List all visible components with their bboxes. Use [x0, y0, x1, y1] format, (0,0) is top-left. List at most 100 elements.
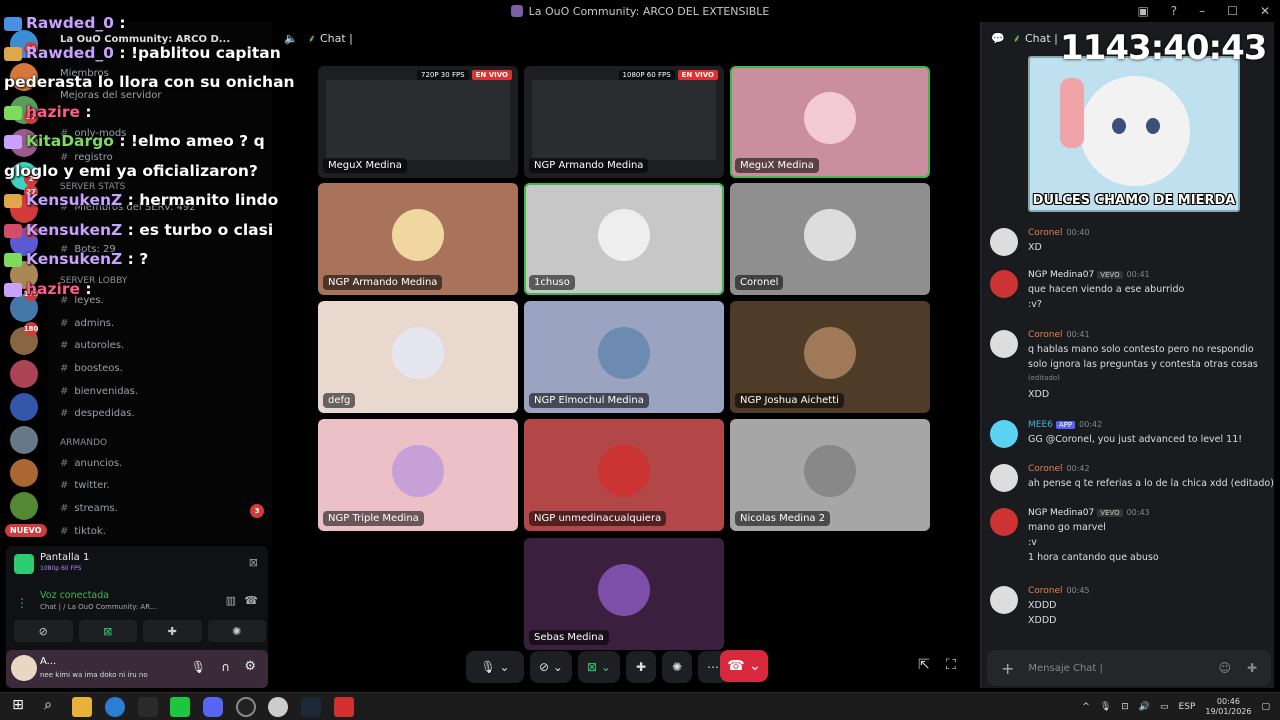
chat-input[interactable]: + Mensaje Chat | ☺ ✚ [987, 650, 1271, 686]
participant-tile[interactable]: NGP Joshua Aichetti [730, 301, 930, 413]
message-text: XDDD [1028, 600, 1057, 611]
file-explorer-icon[interactable] [72, 697, 92, 717]
window-controls: ▣ ? – ☐ ✕ [1137, 0, 1270, 22]
avatar[interactable] [990, 508, 1018, 536]
camera-button[interactable]: ⊘ ⌄ [530, 651, 572, 683]
message-time: 00:42 [1079, 420, 1103, 429]
avatar[interactable] [990, 228, 1018, 256]
activities-icon[interactable]: ✚ [626, 651, 656, 683]
participant-tile[interactable]: NGP unmedinacualquiera [524, 419, 724, 531]
activities-button[interactable]: ✚ [143, 620, 202, 642]
app-red-icon[interactable] [334, 697, 354, 717]
minimize-button[interactable]: – [1199, 4, 1205, 18]
volume-icon[interactable]: 🔊 [1139, 702, 1150, 712]
clock[interactable]: 00:46 19/01/2026 [1205, 697, 1251, 717]
microphone-button[interactable]: 🎙 ⌄ [466, 651, 524, 683]
discord-icon[interactable] [203, 697, 223, 717]
chevron-up-icon[interactable]: ^ [1082, 702, 1090, 712]
voice-channel-link[interactable]: Chat | / La OuO Community: AR... [40, 603, 157, 611]
kick-icon[interactable] [170, 697, 190, 717]
screen-share-button[interactable]: ⊠ ⌄ [578, 651, 620, 683]
avatar[interactable] [990, 270, 1018, 298]
participant-tile[interactable]: defg [318, 301, 518, 413]
signal-icon[interactable]: ⋮ [16, 596, 28, 610]
fullscreen-icon[interactable]: ⛶ [946, 657, 956, 673]
participant-tile[interactable]: Sebas Medina [524, 538, 724, 650]
apps-icon[interactable]: ✚ [1247, 661, 1257, 675]
message-author[interactable]: Coronel [1028, 464, 1063, 474]
participant-tile[interactable]: NGP Triple Medina [318, 419, 518, 531]
add-attachment-icon[interactable]: + [1001, 659, 1014, 678]
server-icon[interactable] [10, 459, 38, 487]
settings-icon[interactable]: ⚙ [244, 659, 256, 674]
message-author[interactable]: Coronel [1028, 228, 1063, 238]
sidebar-item[interactable]: # boosteos. [60, 363, 123, 374]
sidebar-item[interactable]: # autoroles. [60, 340, 124, 351]
message-author[interactable]: NGP Medina07 [1028, 508, 1094, 518]
help-icon[interactable]: ? [1171, 4, 1177, 18]
close-button[interactable]: ✕ [1260, 4, 1270, 18]
hang-up-button[interactable]: ☎ ⌄ [720, 650, 768, 682]
stop-share-icon[interactable]: ⊠ [249, 556, 258, 569]
network-icon[interactable]: ⊡ [1121, 702, 1129, 712]
avatar[interactable] [990, 420, 1018, 448]
sidebar-item[interactable]: # twitter. [60, 480, 110, 491]
participant-tile[interactable]: NGP Armando Medina [318, 183, 518, 295]
message-author[interactable]: MEE6 [1028, 420, 1053, 430]
participant-tile[interactable]: 720P 30 FPS EN VIVO MeguX Medina [318, 66, 518, 178]
edge-icon[interactable] [105, 697, 125, 717]
sidebar-item[interactable]: # anuncios. [60, 458, 122, 469]
notification-icon[interactable]: ▢ [1261, 702, 1270, 712]
noise-suppression-icon[interactable]: ▥ [226, 594, 236, 607]
share-screen-button[interactable]: ⊠ [78, 620, 137, 642]
disconnect-icon[interactable]: ☎ [244, 594, 258, 607]
language-indicator[interactable]: ESP [1179, 702, 1196, 712]
search-icon[interactable]: ⌕ [38, 697, 58, 717]
camera-off-button[interactable]: ⊘ [14, 620, 73, 642]
popout-icon[interactable]: ⇱ [918, 657, 930, 673]
sidebar-item[interactable]: # despedidas. [60, 408, 135, 419]
sidebar-item[interactable]: # tiktok. [60, 526, 106, 537]
participant-tile[interactable]: 1080P 60 FPS EN VIVO NGP Armando Medina [524, 66, 724, 178]
avatar[interactable] [990, 330, 1018, 358]
server-icon[interactable] [10, 360, 38, 388]
message-author[interactable]: NGP Medina07 [1028, 270, 1094, 280]
maximize-button[interactable]: ☐ [1227, 4, 1238, 18]
participant-tile[interactable]: NGP Elmochul Medina [524, 301, 724, 413]
sidebar-item[interactable]: # streams. [60, 503, 118, 514]
role-tag: VEVO [1097, 509, 1123, 517]
windows-start-icon[interactable]: ⊞ [8, 697, 28, 717]
emoji-icon[interactable]: ☺ [1218, 661, 1231, 675]
message-author[interactable]: Coronel [1028, 330, 1063, 340]
sidebar-item[interactable]: # bienvenidas. [60, 386, 138, 397]
new-badge[interactable]: NUEVO [5, 524, 47, 537]
server-icon[interactable] [10, 426, 38, 454]
participant-tile[interactable]: 1chuso [524, 183, 724, 295]
deafen-icon[interactable]: ∩ [221, 660, 230, 674]
voice-connection: ⋮ Voz conectada Chat | / La OuO Communit… [6, 588, 268, 622]
soundboard-button[interactable]: ✺ [207, 620, 266, 642]
chat-badge-icon [4, 105, 22, 120]
inbox-icon[interactable]: ▣ [1137, 4, 1148, 18]
screenshare-buttons: ⊘ ⊠ ✚ ✺ [14, 620, 266, 642]
sidebar-item[interactable]: # admins. [60, 318, 114, 329]
server-icon[interactable] [10, 492, 38, 520]
participant-tile[interactable]: MeguX Medina [730, 66, 930, 178]
mute-icon[interactable]: 🎙 [191, 660, 206, 674]
server-icon[interactable] [10, 393, 38, 421]
soundboard-icon[interactable]: ✺ [662, 651, 692, 683]
taskbar: ⊞ ⌕ ^ 🎙 ⊡ 🔊 ▭ ESP 00:46 19/01/2026 ▢ [0, 692, 1280, 720]
avatar[interactable] [990, 586, 1018, 614]
message-author[interactable]: Coronel [1028, 586, 1063, 596]
mic-tray-icon[interactable]: 🎙 [1100, 702, 1111, 712]
avatar[interactable] [11, 655, 37, 681]
sidebar-category[interactable]: ARMANDO [60, 438, 107, 448]
participant-tile[interactable]: Nicolas Medina 2 [730, 419, 930, 531]
avatar[interactable] [990, 464, 1018, 492]
obs-icon[interactable] [236, 697, 256, 717]
steam-icon[interactable] [301, 697, 321, 717]
participant-tile[interactable]: Coronel [730, 183, 930, 295]
battery-icon[interactable]: ▭ [1160, 702, 1169, 712]
browser-icon[interactable] [268, 697, 288, 717]
app-icon[interactable] [138, 697, 158, 717]
